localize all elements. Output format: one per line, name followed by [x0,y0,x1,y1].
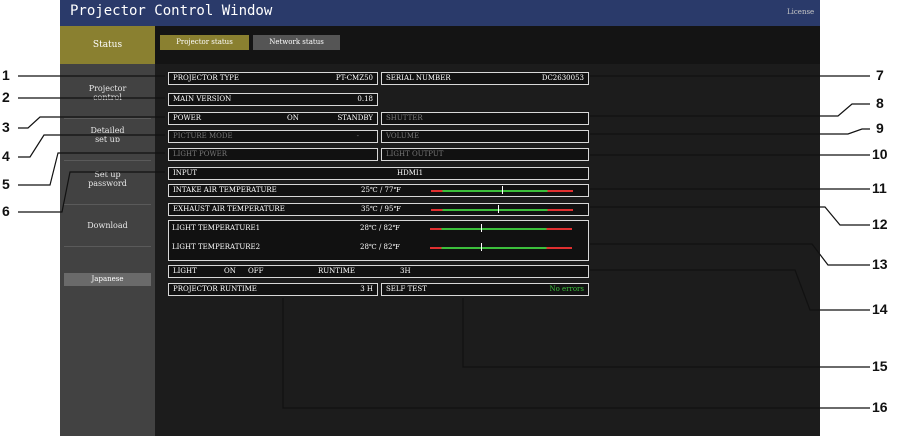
callout-line-13 [590,243,870,266]
callout-line-6 [18,171,165,213]
callout-number-14: 14 [872,301,888,317]
callout-line-3 [18,116,165,129]
callout-number-16: 16 [872,399,888,415]
callout-number-13: 13 [872,256,888,272]
callout-line-8 [590,103,870,117]
callout-number-15: 15 [872,358,888,374]
callout-number-11: 11 [872,180,887,196]
callout-lines [18,75,870,409]
callout-number-3: 3 [2,119,10,135]
callout-line-12 [590,206,870,226]
callout-line-9 [590,128,870,135]
callout-number-8: 8 [876,95,884,111]
callout-line-16 [282,298,870,409]
callout-number-6: 6 [2,203,10,219]
callout-number-4: 4 [2,148,10,164]
callout-line-5 [18,152,165,186]
callout-number-10: 10 [872,146,888,162]
callout-number-9: 9 [876,120,884,136]
callout-line-4 [18,134,165,158]
callout-number-12: 12 [872,216,888,232]
callout-number-5: 5 [2,176,10,192]
callout-number-2: 2 [2,89,10,105]
callout-number-7: 7 [876,67,884,83]
callout-line-14 [590,269,870,311]
callout-number-1: 1 [2,67,10,83]
